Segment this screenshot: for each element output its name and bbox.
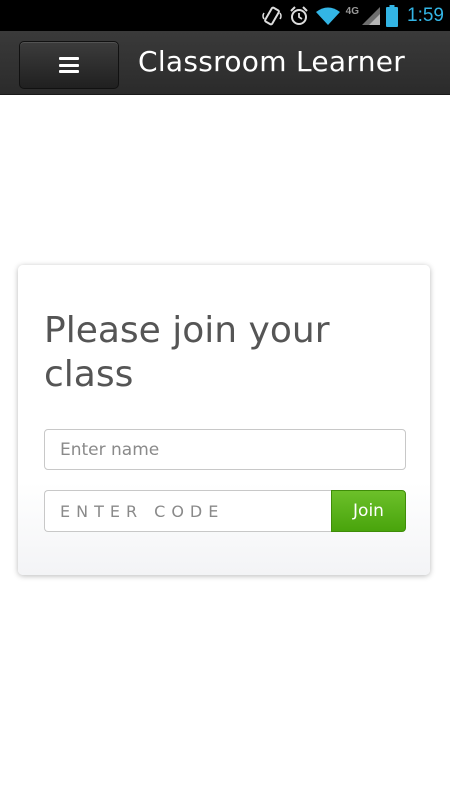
name-input[interactable] — [44, 429, 406, 470]
alarm-icon — [288, 5, 310, 27]
signal-icon — [361, 6, 381, 26]
join-class-card: Please join your class Join — [18, 265, 430, 575]
status-bar: 4G 1:59 — [0, 0, 450, 31]
menu-button[interactable] — [19, 41, 119, 89]
join-button[interactable]: Join — [331, 490, 406, 532]
code-row: Join — [44, 490, 406, 532]
network-type-label: 4G — [345, 6, 360, 17]
vibrate-icon — [261, 5, 283, 27]
hamburger-menu-icon — [59, 57, 79, 73]
wifi-icon — [315, 6, 341, 26]
join-heading: Please join your class — [44, 310, 330, 395]
class-code-input[interactable] — [44, 490, 331, 532]
status-icons: 4G 1:59 — [261, 0, 444, 31]
status-time: 1:59 — [407, 4, 444, 26]
battery-icon — [386, 4, 399, 27]
action-bar: Classroom Learner — [0, 31, 450, 95]
app-title: Classroom Learner — [138, 45, 406, 78]
